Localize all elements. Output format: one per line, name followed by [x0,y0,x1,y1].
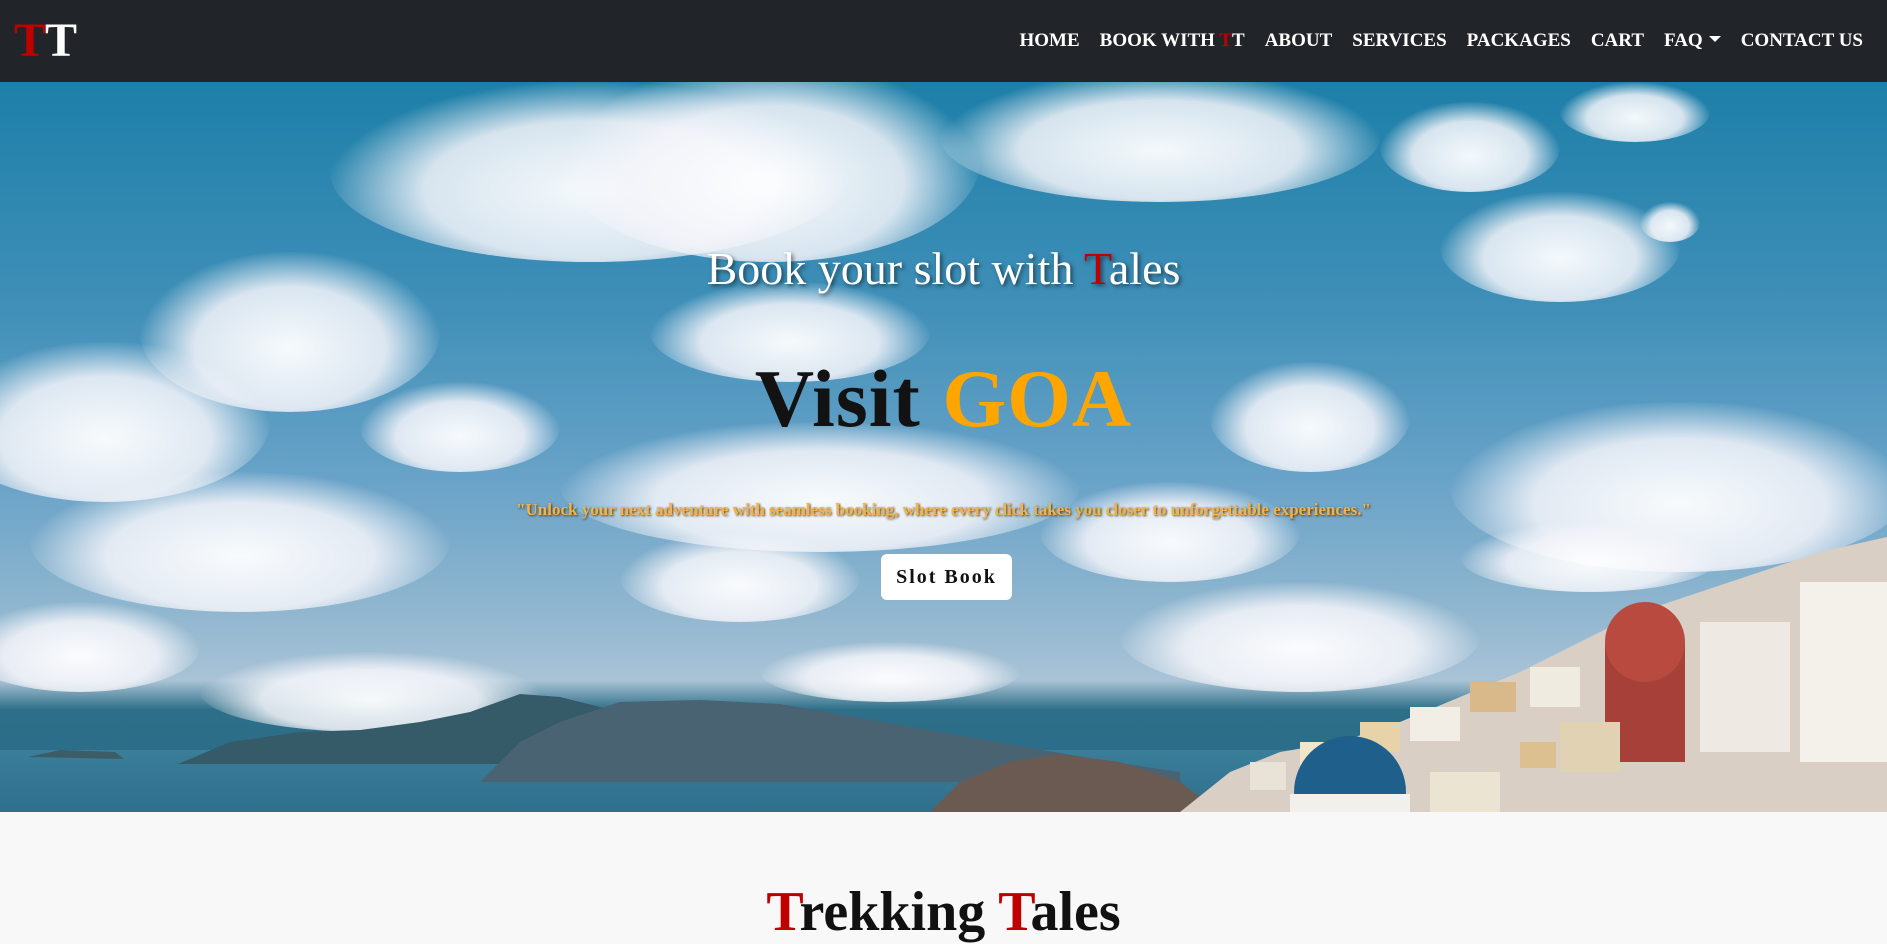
heading-word2: ales [1030,881,1121,943]
nav-menu: HOME BOOK WITH TT ABOUT SERVICES PACKAGE… [1009,30,1873,52]
caret-down-icon [1708,36,1721,42]
heading-word1: rekking [799,881,999,943]
section-heading: Trekking Tales [0,880,1887,944]
hero-subtitle-prefix: Book your slot with [706,243,1084,294]
nav-contact-us[interactable]: CONTACT US [1731,30,1873,52]
hero-title-place: GOA [942,353,1133,444]
hero-content: Book your slot with Tales Visit GOA "Unl… [0,82,1887,812]
nav-book-label: BOOK WITH [1099,30,1220,51]
nav-services[interactable]: SERVICES [1342,30,1456,52]
brand-letter-white: T [45,14,77,67]
hero-subtitle-t: T [1084,243,1109,294]
nav-packages[interactable]: PACKAGES [1457,30,1581,52]
heading-t2: T [998,881,1031,943]
nav-cart[interactable]: CART [1581,30,1654,52]
hero-tagline: "Unlock your next adventure with seamles… [516,500,1371,519]
slot-book-button[interactable]: Slot Book [881,554,1012,600]
nav-faq-dropdown[interactable]: FAQ [1654,30,1731,52]
nav-faq-label: FAQ [1664,30,1703,51]
hero-title: Visit GOA [0,352,1887,446]
nav-book-t-red: T [1219,30,1233,51]
nav-book-with-tt[interactable]: BOOK WITH TT [1090,30,1255,52]
nav-home[interactable]: HOME [1009,30,1089,52]
top-navbar: TT HOME BOOK WITH TT ABOUT SERVICES PACK… [0,0,1887,82]
nav-about[interactable]: ABOUT [1255,30,1343,52]
brand-letter-red: T [14,14,46,67]
next-section: Trekking Tales [0,812,1887,943]
heading-t1: T [766,881,800,943]
hero-banner: Book your slot with Tales Visit GOA "Unl… [0,82,1887,812]
brand-logo[interactable]: TT [14,14,77,67]
hero-title-word: Visit [754,353,921,444]
hero-subtitle-rest: ales [1108,243,1181,294]
nav-book-t-white: T [1232,30,1245,51]
hero-subtitle: Book your slot with Tales [0,242,1887,295]
